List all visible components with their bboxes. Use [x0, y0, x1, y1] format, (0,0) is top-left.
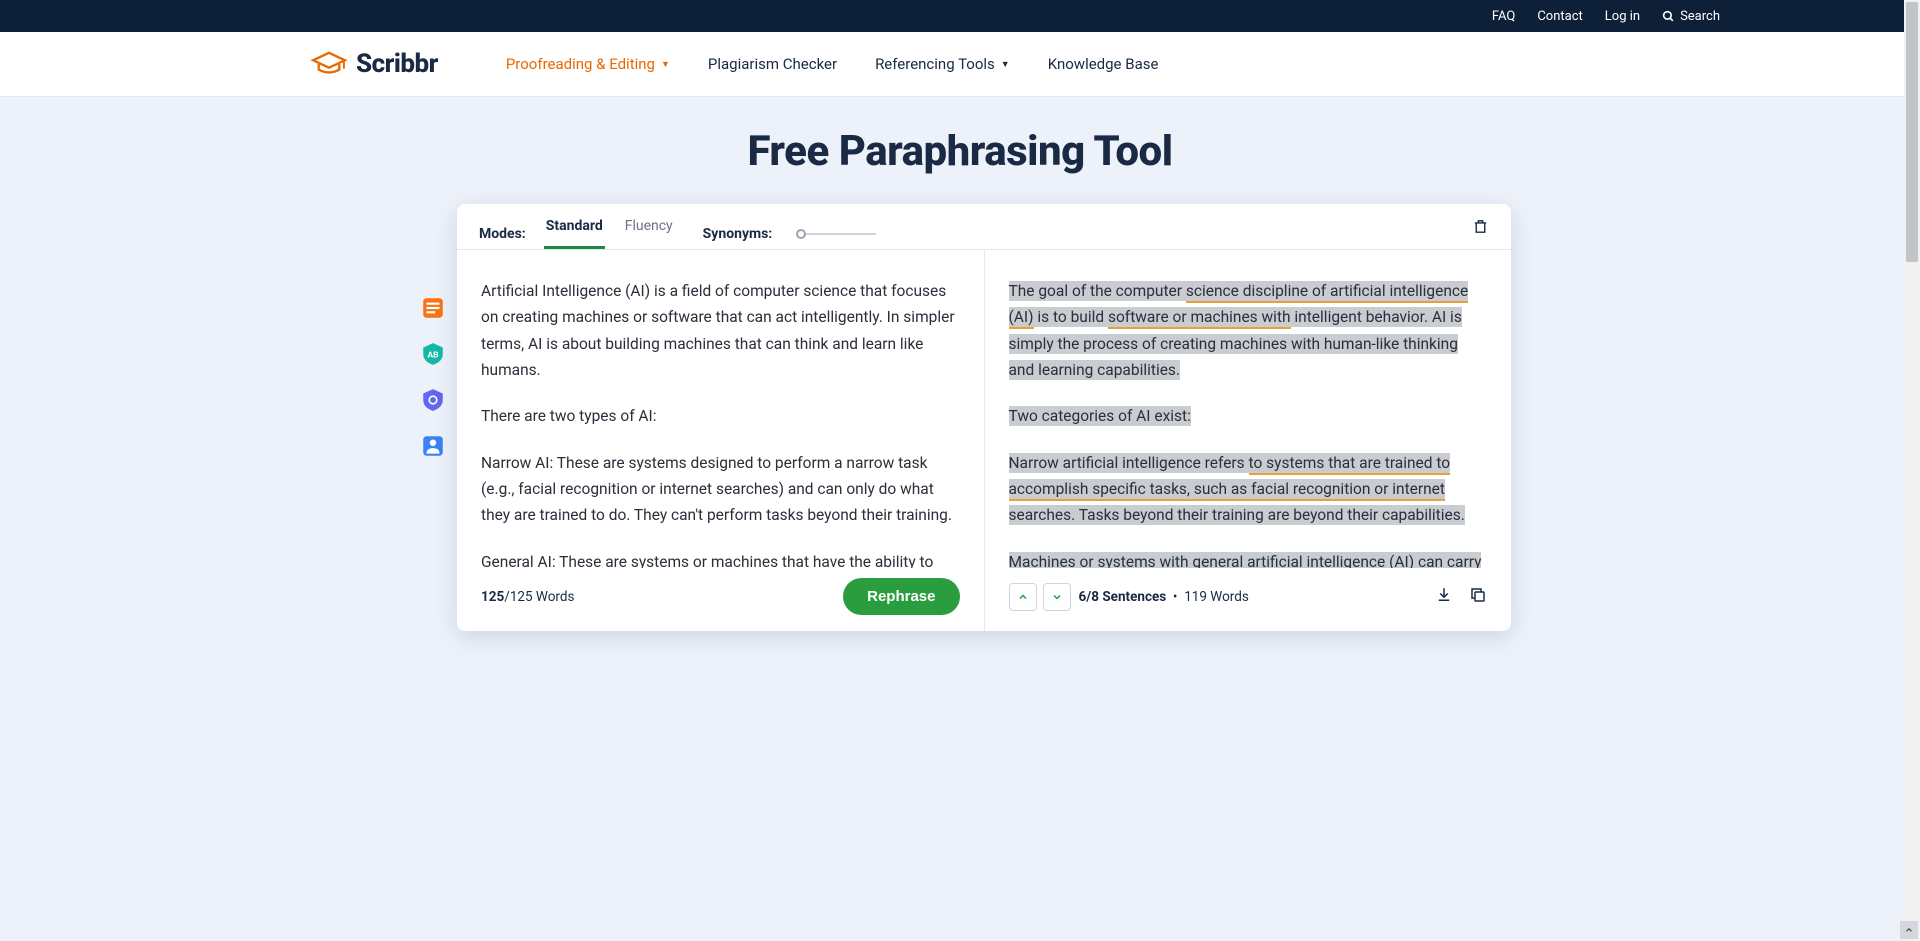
input-pane[interactable]: Artificial Intelligence (AI) is a field … [457, 250, 985, 568]
nav-knowledge[interactable]: Knowledge Base [1048, 55, 1159, 73]
output-synonym[interactable]: software or machines with [1108, 307, 1291, 329]
contact-link[interactable]: Contact [1537, 9, 1582, 24]
expert-tool-icon[interactable] [419, 432, 447, 460]
input-paragraph: Artificial Intelligence (AI) is a field … [481, 278, 960, 383]
summarizer-tool-icon[interactable] [419, 294, 447, 322]
output-paragraph: The goal of the computer science discipl… [1009, 278, 1488, 383]
download-button[interactable] [1435, 586, 1453, 608]
output-text: The goal of the computer [1009, 281, 1186, 301]
input-paragraph: There are two types of AI: [481, 403, 960, 429]
faq-link[interactable]: FAQ [1492, 9, 1515, 24]
copy-button[interactable] [1469, 586, 1487, 608]
graduation-cap-icon [310, 50, 348, 78]
vertical-scrollbar[interactable] [1904, 0, 1920, 941]
input-word-count: 125/125 Words [481, 589, 574, 605]
search-icon [1662, 10, 1675, 23]
output-paragraph: Two categories of AI exist: [1009, 403, 1488, 429]
output-synonym[interactable]: or internet [1370, 479, 1445, 501]
nav-plagiarism[interactable]: Plagiarism Checker [708, 55, 837, 73]
card-toolbar: Modes: Standard Fluency Synonyms: [457, 204, 1511, 249]
prev-sentence-button[interactable] [1009, 583, 1037, 611]
chevron-down-icon: ▼ [1001, 59, 1010, 70]
clear-button[interactable] [1472, 218, 1489, 239]
chevron-up-icon [1904, 925, 1914, 935]
scrollbar-thumb[interactable] [1906, 2, 1918, 262]
nav-proofreading[interactable]: Proofreading & Editing ▼ [506, 55, 670, 73]
rephrase-button[interactable]: Rephrase [843, 578, 959, 615]
nav-proofreading-label: Proofreading & Editing [506, 55, 655, 73]
paraphrase-card: Modes: Standard Fluency Synonyms: Artifi… [457, 204, 1511, 631]
brand-name: Scribbr [356, 49, 438, 79]
nav-referencing[interactable]: Referencing Tools ▼ [875, 55, 1010, 73]
page-title: Free Paraphrasing Tool [0, 127, 1920, 176]
output-paragraph: Narrow artificial intelligence refers to… [1009, 450, 1488, 529]
output-pane[interactable]: The goal of the computer science discipl… [985, 250, 1512, 568]
top-utility-bar: FAQ Contact Log in Search [0, 0, 1920, 32]
nav-referencing-label: Referencing Tools [875, 55, 995, 73]
next-sentence-button[interactable] [1043, 583, 1071, 611]
output-text: with general artificial intelligence (AI… [1156, 552, 1418, 568]
input-paragraph: Narrow AI: These are systems designed to… [481, 450, 960, 529]
citation-tool-icon[interactable] [419, 386, 447, 414]
trash-icon [1472, 218, 1489, 235]
output-footer: 6/8 Sentences • 119 Words [985, 568, 1512, 631]
output-text: Narrow artificial intelligence refers [1009, 453, 1249, 473]
copy-icon [1469, 586, 1487, 604]
output-text: is to build [1034, 307, 1108, 327]
scroll-to-top-button[interactable] [1900, 921, 1918, 939]
grammar-tool-icon[interactable]: AB [419, 340, 447, 368]
chevron-down-icon [1051, 591, 1063, 603]
side-tool-rail: AB [409, 204, 457, 631]
chevron-up-icon [1017, 591, 1029, 603]
output-text: Two categories of AI exist: [1009, 406, 1191, 426]
output-synonym[interactable]: facial recognition [1247, 479, 1370, 501]
mode-tab-fluency[interactable]: Fluency [623, 218, 675, 249]
main-navbar: Scribbr Proofreading & Editing ▼ Plagiar… [0, 32, 1920, 97]
mode-tab-standard[interactable]: Standard [544, 218, 605, 249]
slider-thumb[interactable] [796, 229, 806, 239]
synonyms-slider[interactable] [796, 233, 876, 235]
output-text: searches. Tasks beyond their training ar… [1009, 505, 1465, 525]
output-paragraph: Machines or systems with general artific… [1009, 549, 1488, 568]
svg-text:AB: AB [427, 350, 439, 360]
chevron-down-icon: ▼ [661, 59, 670, 70]
search-trigger[interactable]: Search [1662, 9, 1720, 24]
download-icon [1435, 586, 1453, 604]
synonyms-label: Synonyms: [703, 226, 773, 242]
output-synonym[interactable]: Machines or systems [1009, 552, 1156, 568]
modes-label: Modes: [479, 226, 526, 242]
login-link[interactable]: Log in [1605, 9, 1640, 24]
search-label: Search [1680, 9, 1720, 24]
input-paragraph: General AI: These are systems or machine… [481, 549, 960, 568]
output-stats: 6/8 Sentences • 119 Words [1079, 589, 1249, 605]
brand-logo[interactable]: Scribbr [310, 49, 438, 79]
input-footer: 125/125 Words Rephrase [457, 568, 985, 631]
